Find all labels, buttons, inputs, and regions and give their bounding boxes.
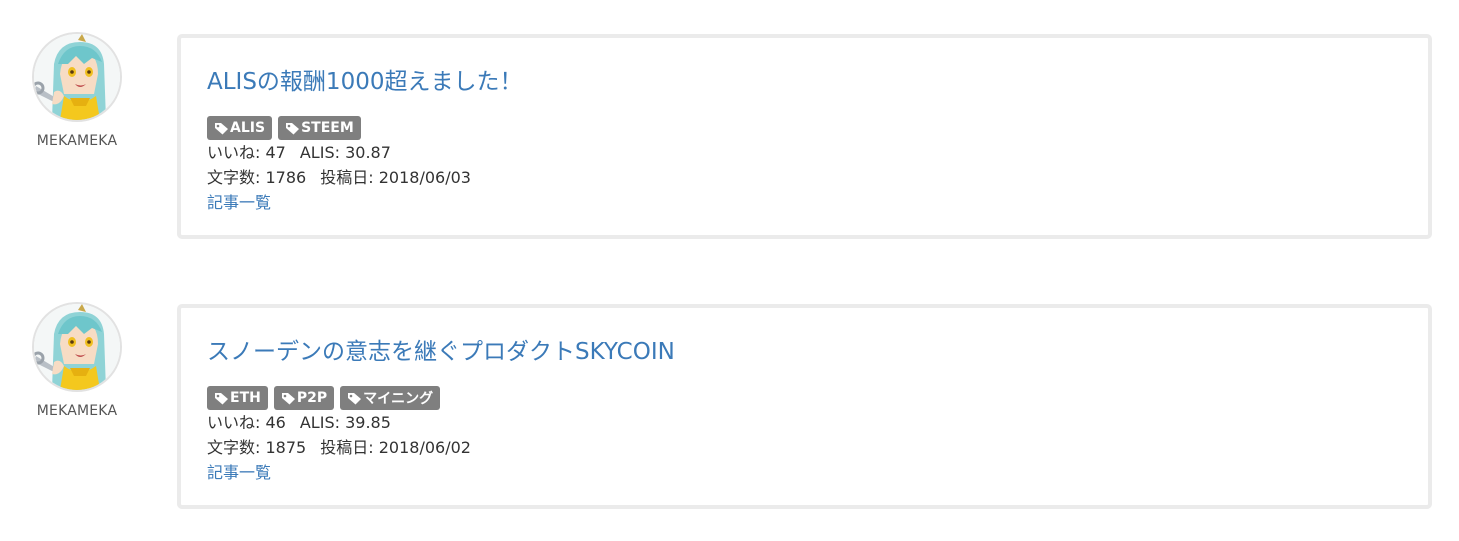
author-name[interactable]: MEKAMEKA (32, 403, 122, 419)
info-line: 文字数: 1875 投稿日: 2018/06/02 (207, 435, 675, 460)
tag-icon (286, 122, 300, 134)
char-count: 1875 (265, 438, 307, 457)
likes-label: いいね: (207, 413, 261, 432)
tag-list: ETH P2P マイニング (207, 386, 675, 410)
post-date-label: 投稿日: (320, 168, 374, 187)
tag-badge[interactable]: STEEM (278, 116, 361, 140)
info-line: 文字数: 1786 投稿日: 2018/06/03 (207, 165, 522, 190)
likes-count: 47 (265, 143, 286, 162)
stats-line: いいね: 47 ALIS: 30.87 (207, 140, 522, 165)
avatar-image (34, 304, 120, 390)
char-count-label: 文字数: (207, 438, 261, 457)
tag-label: P2P (296, 390, 328, 406)
tag-badge[interactable]: ALIS (207, 116, 273, 140)
tag-icon (215, 392, 228, 404)
author-name[interactable]: MEKAMEKA (32, 133, 122, 149)
alis-label: ALIS: (299, 413, 340, 432)
article-title-link[interactable]: ALISの報酬1000超えました！ (207, 68, 522, 96)
char-count: 1786 (265, 168, 307, 187)
author-block[interactable]: MEKAMEKA (32, 32, 122, 149)
tag-label: マイニング (363, 391, 434, 407)
article-card: ALISの報酬1000超えました！ ALIS STEEM いいね: 47 ALI… (177, 34, 1432, 239)
post-date-label: 投稿日: (320, 438, 374, 457)
tag-icon (215, 122, 228, 134)
tag-label: ALIS (230, 120, 266, 136)
tag-list: ALIS STEEM (207, 116, 522, 140)
tag-icon (281, 392, 295, 404)
likes-count: 46 (265, 413, 286, 432)
article-list-link[interactable]: 記事一覧 (207, 460, 675, 485)
tag-icon (348, 392, 362, 404)
avatar[interactable] (32, 32, 122, 122)
tag-badge[interactable]: ETH (207, 386, 268, 410)
article-feed: MEKAMEKA ALISの報酬1000超えました！ ALIS STEEM いい… (0, 0, 1459, 541)
char-count-label: 文字数: (207, 168, 261, 187)
article-card: スノーデンの意志を継ぐプロダクトSKYCOIN ETH P2P マイニング いい… (177, 304, 1432, 509)
post-date: 2018/06/03 (378, 168, 471, 187)
post-date: 2018/06/02 (378, 438, 471, 457)
tag-badge[interactable]: マイニング (340, 386, 441, 410)
tag-label: ETH (230, 390, 261, 406)
avatar[interactable] (32, 302, 122, 392)
article-list-link[interactable]: 記事一覧 (207, 190, 522, 215)
stats-line: いいね: 46 ALIS: 39.85 (207, 410, 675, 435)
alis-value: 39.85 (345, 413, 391, 432)
alis-label: ALIS: (299, 143, 340, 162)
avatar-image (34, 34, 120, 120)
tag-label: STEEM (301, 120, 354, 136)
author-block[interactable]: MEKAMEKA (32, 302, 122, 419)
article-title-link[interactable]: スノーデンの意志を継ぐプロダクトSKYCOIN (207, 338, 675, 366)
likes-label: いいね: (207, 143, 261, 162)
alis-value: 30.87 (345, 143, 391, 162)
tag-badge[interactable]: P2P (273, 386, 335, 410)
